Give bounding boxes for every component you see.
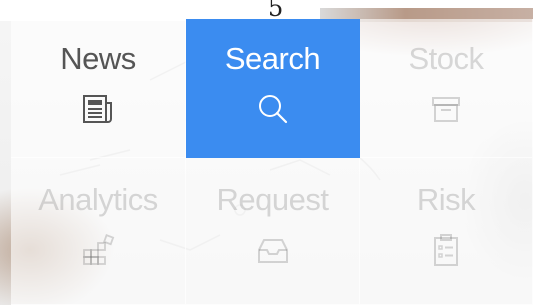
clipboard-list-icon	[428, 232, 464, 268]
tile-risk-label: Risk	[416, 182, 476, 217]
tile-analytics-label: Analytics	[38, 182, 158, 217]
tile-risk[interactable]: Risk	[360, 158, 533, 305]
tile-stock-label: Stock	[408, 41, 484, 76]
tile-menu: News Search Stock Analytics Request Risk	[11, 19, 533, 305]
inbox-tray-icon	[255, 232, 291, 268]
tile-request-label: Request	[216, 182, 329, 217]
tile-search[interactable]: Search	[186, 19, 360, 158]
search-icon	[255, 91, 291, 127]
tile-stock[interactable]: Stock	[360, 19, 533, 158]
newspaper-icon	[80, 91, 116, 127]
tile-news-label: News	[60, 41, 136, 76]
archive-box-icon	[428, 91, 464, 127]
tile-request[interactable]: Request	[186, 158, 360, 305]
tile-news[interactable]: News	[11, 19, 186, 158]
blocks-icon	[80, 232, 116, 268]
tile-search-label: Search	[224, 41, 321, 76]
tile-analytics[interactable]: Analytics	[11, 158, 186, 305]
